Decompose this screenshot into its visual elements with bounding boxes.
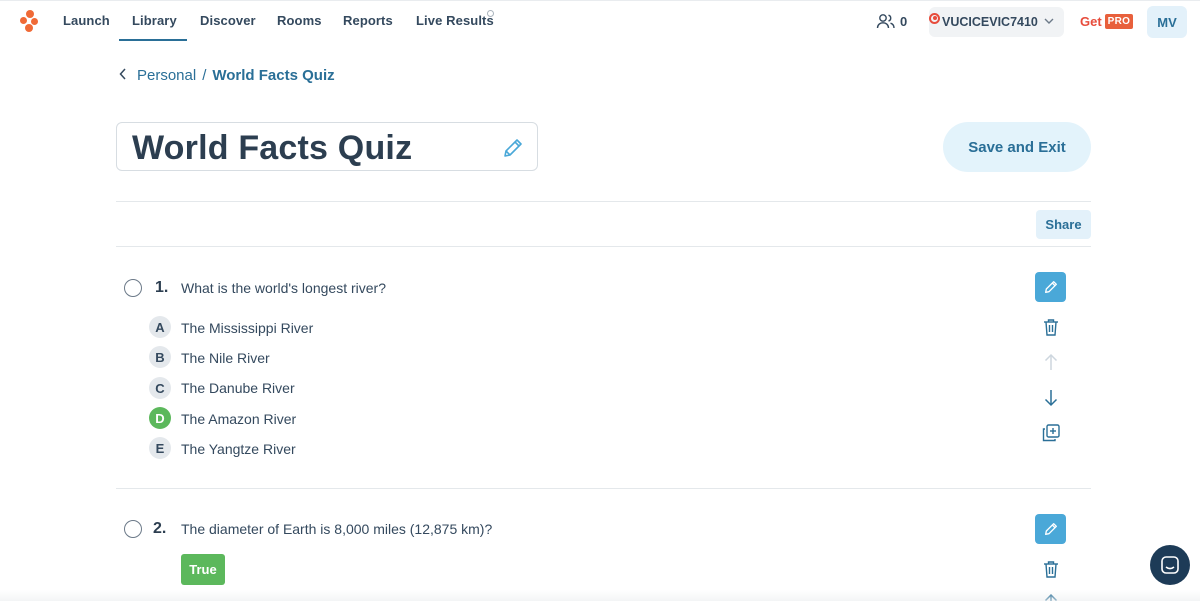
scroll-shadow — [0, 590, 1200, 601]
trash-icon[interactable] — [1041, 559, 1061, 579]
nav-rooms[interactable]: Rooms — [277, 13, 322, 28]
question-select-radio[interactable] — [124, 520, 142, 538]
divider — [116, 246, 1091, 247]
option-text: The Yangtze River — [181, 441, 296, 457]
get-label: Get — [1080, 14, 1102, 29]
avatar[interactable]: MV — [1147, 6, 1187, 38]
user-menu[interactable]: VUCICEVIC7410 — [929, 7, 1064, 37]
record-icon — [929, 12, 940, 24]
logo-icon[interactable] — [20, 10, 40, 32]
save-and-exit-button[interactable]: Save and Exit — [943, 122, 1091, 172]
edit-question-button[interactable] — [1035, 514, 1066, 544]
question-number: 2. — [153, 520, 167, 537]
pencil-icon — [1044, 523, 1057, 535]
nav-live-results[interactable]: Live Results — [416, 13, 494, 28]
option-text: The Danube River — [181, 380, 295, 396]
top-nav: Launch Library Discover Rooms Reports Li… — [0, 0, 1200, 42]
chat-icon[interactable] — [1150, 545, 1190, 585]
answer-badge: True — [181, 554, 225, 585]
pencil-icon[interactable] — [501, 136, 525, 160]
quiz-title-field[interactable]: World Facts Quiz — [116, 122, 538, 171]
option-text: The Mississippi River — [181, 320, 314, 336]
nav-reports[interactable]: Reports — [343, 13, 393, 28]
chevron-down-icon — [1044, 17, 1054, 28]
quiz-title: World Facts Quiz — [132, 129, 413, 167]
duplicate-icon[interactable] — [1041, 423, 1061, 443]
option-letter: C — [149, 377, 171, 399]
option-letter-correct: D — [149, 407, 171, 429]
get-pro-button[interactable]: Get PRO — [1080, 14, 1134, 29]
breadcrumb-current: World Facts Quiz — [212, 67, 335, 84]
question-text: What is the world's longest river? — [181, 280, 386, 296]
breadcrumb: Personal / World Facts Quiz — [119, 67, 335, 84]
people-icon — [876, 14, 895, 29]
back-chevron-icon[interactable] — [119, 68, 127, 83]
divider — [116, 201, 1091, 202]
nav-discover[interactable]: Discover — [200, 13, 256, 28]
nav-launch[interactable]: Launch — [63, 13, 110, 28]
breadcrumb-separator: / — [202, 67, 207, 84]
share-button[interactable]: Share — [1036, 210, 1091, 239]
pencil-icon — [1044, 281, 1057, 293]
arrow-up-icon[interactable] — [1041, 352, 1061, 372]
nav-library[interactable]: Library — [132, 13, 177, 28]
students-counter[interactable]: 0 — [876, 13, 907, 29]
live-status-icon — [487, 10, 494, 17]
active-tab-indicator — [119, 39, 187, 41]
pro-badge: PRO — [1104, 14, 1134, 29]
divider — [116, 488, 1091, 489]
trash-icon[interactable] — [1041, 317, 1061, 337]
students-count: 0 — [900, 13, 908, 29]
username: VUCICEVIC7410 — [942, 15, 1038, 29]
option-letter: E — [149, 437, 171, 459]
arrow-down-icon[interactable] — [1041, 388, 1061, 408]
option-letter: A — [149, 316, 171, 338]
option-text: The Nile River — [181, 350, 270, 366]
option-letter: B — [149, 346, 171, 368]
question-text: The diameter of Earth is 8,000 miles (12… — [181, 521, 493, 537]
edit-question-button[interactable] — [1035, 272, 1066, 302]
breadcrumb-parent[interactable]: Personal — [137, 67, 196, 84]
option-text: The Amazon River — [181, 411, 297, 427]
question-select-radio[interactable] — [124, 279, 142, 297]
question-number: 1. — [155, 279, 169, 296]
